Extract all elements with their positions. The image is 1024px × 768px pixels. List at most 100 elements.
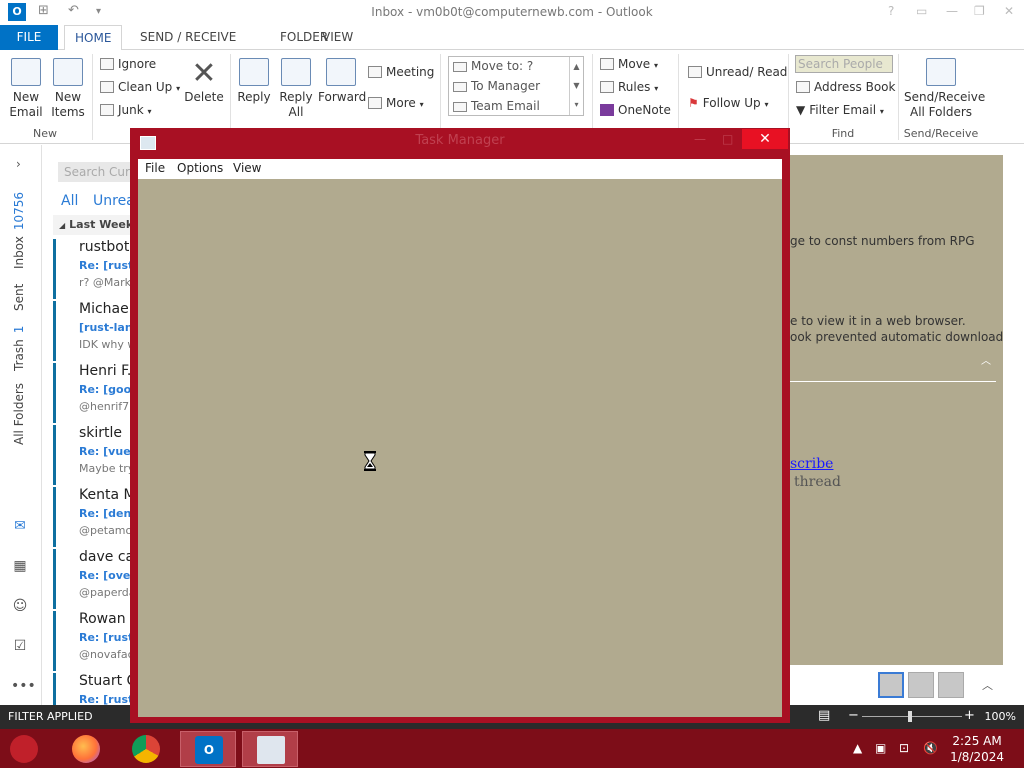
search-people-input[interactable]: Search People <box>795 55 893 73</box>
unread-read-button[interactable]: Unread/ Read <box>688 65 787 79</box>
task-manager-close-button[interactable]: ✕ <box>742 129 788 149</box>
system-clock[interactable]: 2:25 AM 1/8/2024 <box>950 733 1004 765</box>
tab-file[interactable]: FILE <box>0 25 58 50</box>
delete-button[interactable]: ✕ Delete <box>184 58 224 105</box>
new-email-button[interactable]: New Email <box>6 58 46 120</box>
nav-inbox[interactable]: Inbox 10756 <box>12 192 26 269</box>
people-avatar[interactable] <box>938 672 964 698</box>
task-manager-maximize-button[interactable]: □ <box>722 132 733 146</box>
nav-trash[interactable]: Trash 1 <box>12 326 26 371</box>
expand-folder-pane-icon[interactable]: › <box>16 157 21 171</box>
task-manager-minimize-button[interactable]: — <box>694 132 706 146</box>
group-new-label: New <box>33 127 57 140</box>
ribbon-display-options-button[interactable]: ▭ <box>916 4 927 18</box>
list-item[interactable]: Michael [rust-lang IDK why w <box>53 301 133 361</box>
more-options-icon[interactable]: ••• <box>11 679 36 693</box>
collapse-people-pane-icon[interactable]: ︿ <box>982 677 993 693</box>
taskbar-task-manager[interactable] <box>242 731 298 767</box>
reading-pane-body: ge to const numbers from RPG e to view i… <box>790 155 1003 665</box>
quick-steps-scrollbar[interactable]: ▲ ▼ ▾ <box>569 57 583 115</box>
quick-step-to-manager[interactable]: To Manager <box>453 79 540 93</box>
restore-button[interactable]: ❐ <box>974 4 985 18</box>
onenote-button[interactable]: OneNote <box>600 103 671 117</box>
taskbar-firefox[interactable] <box>58 731 114 767</box>
people-icon[interactable]: ☺ <box>11 599 29 613</box>
sender: Stuart C <box>79 673 133 689</box>
address-book-button[interactable]: Address Book <box>796 80 895 94</box>
preview: @paperda <box>79 586 133 599</box>
ignore-button[interactable]: Ignore <box>100 57 156 71</box>
send-receive-all-button[interactable]: Send/Receive All Folders <box>904 58 985 120</box>
collapse-header-icon[interactable]: ︿ <box>981 352 991 367</box>
clock-date: 1/8/2024 <box>950 750 1004 764</box>
list-item[interactable]: Stuart C Re: [rust-l <box>53 673 133 705</box>
zoom-out-icon[interactable]: − <box>848 708 859 723</box>
reading-view-icon[interactable]: ▤ <box>818 708 830 723</box>
network-icon[interactable]: ⊡ <box>899 741 909 755</box>
reply-button[interactable]: Reply <box>236 58 272 105</box>
menu-options[interactable]: Options <box>177 161 223 175</box>
preview: @novafac <box>79 648 133 661</box>
filter-all-link[interactable]: All <box>61 193 78 209</box>
zoom-level[interactable]: 100% <box>985 710 1016 723</box>
ignore-icon <box>100 58 114 70</box>
new-items-button[interactable]: New Items <box>48 58 88 120</box>
help-button[interactable]: ? <box>888 4 894 18</box>
menu-file[interactable]: File <box>145 161 165 175</box>
close-button[interactable]: ✕ <box>1004 4 1014 18</box>
taskbar-chrome[interactable] <box>118 731 174 767</box>
group-find-label: Find <box>831 127 855 140</box>
list-item[interactable]: rustbot Re: [rust-l r? @Mark- <box>53 239 133 299</box>
list-item[interactable]: dave ca Re: [oven- @paperda <box>53 549 133 609</box>
clean-up-button[interactable]: Clean Up ▾ <box>100 80 180 94</box>
move-button[interactable]: Move ▾ <box>600 57 658 71</box>
meeting-button[interactable]: Meeting <box>368 65 434 79</box>
zoom-in-icon[interactable]: + <box>964 708 975 723</box>
task-manager-content <box>138 179 782 717</box>
zoom-slider-thumb[interactable] <box>908 711 912 722</box>
tasks-icon[interactable]: ☑ <box>11 639 29 653</box>
list-item[interactable]: Rowan Re: [rust-l @novafac <box>53 611 133 671</box>
tab-send-receive[interactable]: SEND / RECEIVE <box>130 25 246 50</box>
quick-step-label: Move to: ? <box>471 59 534 73</box>
group-header[interactable]: ◢ Last Week <box>53 215 133 235</box>
zoom-slider[interactable] <box>862 716 962 717</box>
quick-step-move-to[interactable]: Move to: ? <box>453 59 533 73</box>
nav-sent[interactable]: Sent <box>12 284 26 311</box>
calendar-icon[interactable]: ▦ <box>11 559 29 573</box>
list-item[interactable]: Kenta M Re: [deno @petamo <box>53 487 133 547</box>
action-center-icon[interactable]: ▣ <box>875 741 886 755</box>
infobar-line-2[interactable]: ook prevented automatic download <box>790 330 1003 344</box>
nav-all-folders[interactable]: All Folders <box>12 383 26 445</box>
junk-button[interactable]: Junk ▾ <box>100 103 152 117</box>
rules-button[interactable]: Rules ▾ <box>600 80 658 94</box>
show-hidden-icons-icon[interactable]: ▲ <box>853 741 862 755</box>
message-list: Search Curre All Unrea ◢Last Week rustbo… <box>43 145 133 705</box>
clean-up-icon <box>100 81 114 93</box>
infobar-line-1[interactable]: e to view it in a web browser. <box>790 314 966 328</box>
tab-home[interactable]: HOME <box>64 25 123 51</box>
people-avatar[interactable] <box>878 672 904 698</box>
message-subject-fragment: ge to const numbers from RPG <box>790 234 975 248</box>
more-respond-button[interactable]: More ▾ <box>368 96 424 110</box>
tab-view[interactable]: VIEW <box>312 25 363 50</box>
quick-step-team-email[interactable]: Team Email <box>453 99 540 113</box>
minimize-button[interactable]: — <box>946 4 958 18</box>
reply-all-button[interactable]: Reply All <box>278 58 314 120</box>
forward-button[interactable]: Forward <box>318 58 366 105</box>
new-email-label: New Email <box>9 90 43 119</box>
taskbar-outlook[interactable]: O <box>180 731 236 767</box>
filter-email-button[interactable]: ▼ Filter Email ▾ <box>796 103 884 117</box>
menu-view[interactable]: View <box>233 161 261 175</box>
start-button[interactable] <box>0 731 56 767</box>
list-item[interactable]: Henri F. Re: [goog @henrif75 <box>53 363 133 423</box>
mail-icon[interactable]: ✉ <box>11 519 29 533</box>
list-item[interactable]: skirtle Re: [vuejs Maybe try <box>53 425 133 485</box>
people-avatar[interactable] <box>908 672 934 698</box>
filter-unread-link[interactable]: Unrea <box>93 193 133 209</box>
follow-up-button[interactable]: ⚑ Follow Up ▾ <box>688 96 768 110</box>
thread-text: thread <box>794 474 841 490</box>
subject: Re: [rust-l <box>79 693 133 705</box>
volume-muted-icon[interactable]: 🔇 <box>923 741 938 755</box>
search-current-mailbox-input[interactable]: Search Curre <box>58 162 133 182</box>
